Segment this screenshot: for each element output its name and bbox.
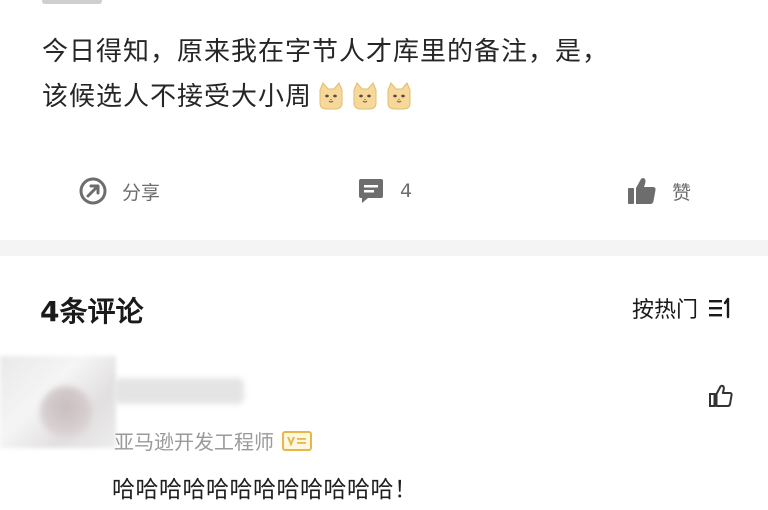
job-title: 亚马逊开发工程师 bbox=[114, 430, 274, 454]
post-text-line-1: 今日得知，原来我在字节人才库里的备注，是， bbox=[42, 37, 610, 67]
post-body: 今日得知，原来我在字节人才库里的备注，是， 该候选人不接受大小周 bbox=[42, 30, 732, 120]
commenter-job-line: 亚马逊开发工程师 bbox=[114, 426, 312, 455]
thumbs-up-icon bbox=[628, 178, 656, 204]
like-label: 赞 bbox=[672, 181, 692, 204]
sort-icon bbox=[709, 297, 730, 319]
comment-button[interactable]: 4 bbox=[356, 168, 412, 214]
share-label: 分享 bbox=[122, 181, 161, 204]
post-text-line-2-text: 该候选人不接受大小周 bbox=[42, 82, 313, 112]
verified-badge-icon bbox=[282, 430, 312, 451]
sort-hot-button[interactable]: 按热门 bbox=[632, 292, 734, 324]
comment-text: 哈哈哈哈哈哈哈哈哈哈哈哈！ bbox=[112, 477, 418, 503]
comment-item: 亚马逊开发工程师 哈哈哈哈哈哈哈哈哈哈哈哈！ bbox=[0, 356, 768, 510]
section-divider bbox=[0, 240, 768, 256]
avatar[interactable] bbox=[40, 386, 92, 438]
post-card: 今日得知，原来我在字节人才库里的备注，是， 该候选人不接受大小周 分享 4 赞 bbox=[0, 0, 768, 240]
like-button[interactable]: 赞 bbox=[626, 168, 691, 214]
cat-face-emoji bbox=[387, 82, 411, 110]
comments-header: 4条评论 按热门 bbox=[0, 256, 768, 356]
post-text-line-2: 该候选人不接受大小周 bbox=[42, 75, 732, 120]
comment-like-button[interactable] bbox=[708, 384, 734, 412]
share-icon bbox=[79, 177, 107, 205]
comments-count-title: 4条评论 bbox=[40, 295, 144, 328]
cropped-header-fragment bbox=[42, 0, 102, 4]
comment-icon bbox=[359, 179, 383, 203]
share-button[interactable]: 分享 bbox=[78, 168, 160, 214]
sort-label: 按热门 bbox=[631, 298, 698, 323]
comment-count: 4 bbox=[400, 180, 413, 202]
thumbs-up-outline-icon bbox=[709, 384, 733, 407]
cat-face-emoji bbox=[319, 82, 343, 110]
username-blurred[interactable] bbox=[114, 378, 244, 404]
post-action-bar: 分享 4 赞 bbox=[0, 168, 768, 214]
cat-face-emoji bbox=[353, 82, 377, 110]
